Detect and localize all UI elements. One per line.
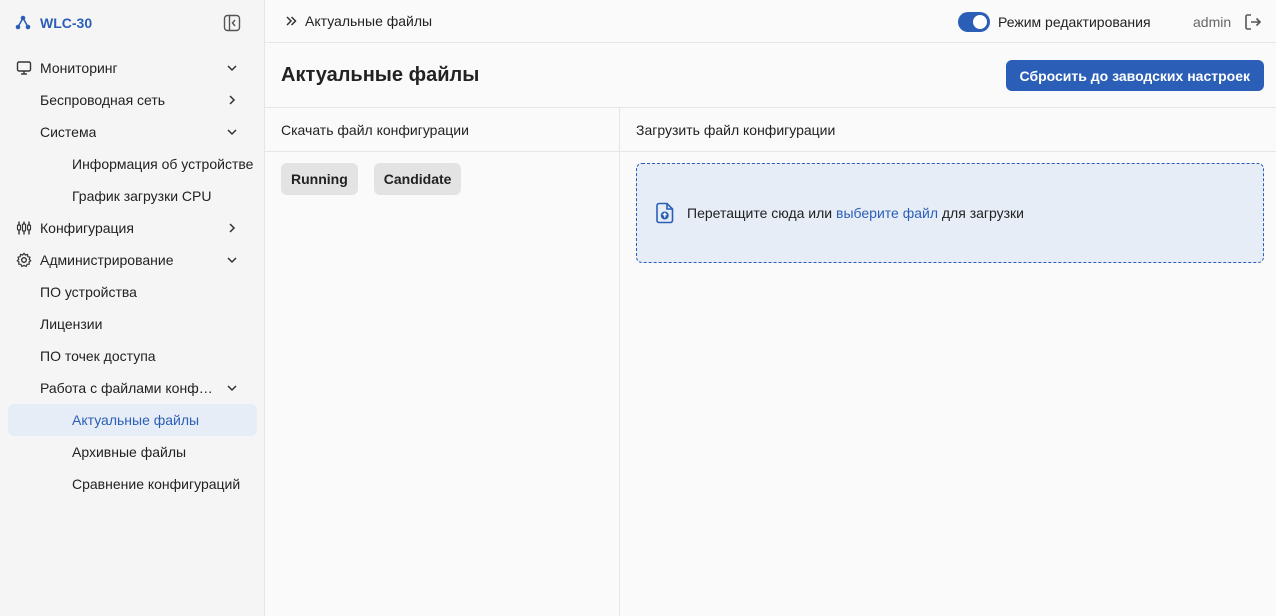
download-panel-title: Скачать файл конфигурации — [265, 108, 619, 152]
breadcrumb-current: Актуальные файлы — [305, 13, 433, 29]
topbar: Актуальные файлы Режим редактирования ad… — [265, 0, 1276, 43]
sidebar-item-label: Мониторинг — [40, 60, 118, 76]
sliders-icon — [16, 221, 32, 235]
file-dropzone[interactable]: Перетащите сюда или выберите файл для за… — [636, 163, 1264, 263]
chevron-down-icon — [227, 65, 237, 72]
sidebar-item-label: График загрузки CPU — [72, 188, 212, 204]
edit-mode-toggle[interactable] — [958, 12, 990, 32]
username: admin — [1193, 14, 1232, 30]
download-candidate-button[interactable]: Candidate — [373, 163, 462, 195]
factory-reset-button[interactable]: Сбросить до заводских настроек — [1005, 60, 1264, 91]
sidebar-item-monitoring[interactable]: Мониторинг — [0, 52, 265, 84]
chevron-down-icon — [227, 257, 237, 264]
collapse-sidebar-button[interactable] — [221, 12, 243, 34]
sidebar-item-label: Беспроводная сеть — [40, 92, 166, 108]
sidebar-collapse-icon — [223, 14, 241, 32]
dropzone-text: Перетащите сюда или выберите файл для за… — [687, 205, 1024, 221]
sidebar-item-label: Информация об устройстве — [72, 156, 254, 172]
sidebar-item-label: Лицензии — [40, 316, 103, 332]
gear-icon — [16, 252, 32, 267]
sidebar-item-cpu-chart[interactable]: График загрузки CPU — [0, 180, 265, 212]
sidebar-item-label: Актуальные файлы — [72, 412, 200, 428]
sidebar-item-label: Работа с файлами конфигурации — [40, 380, 216, 396]
logo-icon — [15, 15, 31, 30]
file-upload-icon — [656, 202, 674, 224]
sidebar-item-system[interactable]: Система — [0, 116, 265, 148]
download-file-list: Running Candidate — [265, 152, 619, 206]
sidebar-item-label: Система — [40, 124, 97, 140]
download-running-button[interactable]: Running — [281, 163, 358, 195]
sidebar-item-label: Администрирование — [40, 252, 174, 268]
page-header: Актуальные файлы Сбросить до заводских н… — [265, 43, 1276, 108]
sidebar: WLC-30 Мониторинг Беспроводная сеть Сист… — [0, 0, 265, 616]
sidebar-item-ap-firmware[interactable]: ПО точек доступа — [0, 340, 265, 372]
chevron-right-icon — [229, 223, 236, 233]
edit-mode-label: Режим редактирования — [998, 14, 1151, 30]
monitor-icon — [16, 61, 32, 75]
breadcrumb: Актуальные файлы — [285, 13, 432, 29]
choose-file-link[interactable]: выберите файл — [836, 205, 938, 221]
chevron-down-icon — [227, 129, 237, 136]
sidebar-item-wireless[interactable]: Беспроводная сеть — [0, 84, 265, 116]
logout-icon[interactable] — [1243, 12, 1263, 32]
sidebar-item-label: ПО устройства — [40, 284, 137, 300]
sidebar-item-configuration[interactable]: Конфигурация — [0, 212, 265, 244]
chevron-down-icon — [227, 385, 237, 392]
sidebar-nav: Мониторинг Беспроводная сеть Система Инф… — [0, 52, 265, 500]
upload-panel: Загрузить файл конфигурации Перетащите с… — [620, 108, 1276, 616]
sidebar-item-archive-files[interactable]: Архивные файлы — [0, 436, 265, 468]
sidebar-item-current-files[interactable]: Актуальные файлы — [8, 404, 257, 436]
sidebar-item-label: ПО точек доступа — [40, 348, 156, 364]
chevron-right-icon — [229, 95, 236, 105]
sidebar-item-firmware[interactable]: ПО устройства — [0, 276, 265, 308]
sidebar-item-config-files[interactable]: Работа с файлами конфигурации — [0, 372, 265, 404]
sidebar-item-licenses[interactable]: Лицензии — [0, 308, 265, 340]
sidebar-item-label: Конфигурация — [40, 220, 134, 236]
sidebar-item-label: Сравнение конфигураций — [72, 476, 241, 492]
sidebar-item-device-info[interactable]: Информация об устройстве — [0, 148, 265, 180]
sidebar-item-compare-configs[interactable]: Сравнение конфигураций — [0, 468, 265, 500]
brand[interactable]: WLC-30 — [14, 10, 92, 36]
download-panel: Скачать файл конфигурации Running Candid… — [265, 108, 620, 616]
sidebar-item-administration[interactable]: Администрирование — [0, 244, 265, 276]
app-name: WLC-30 — [40, 15, 93, 31]
dropzone-text-after: для загрузки — [938, 205, 1025, 221]
sidebar-item-label: Архивные файлы — [72, 444, 187, 460]
dropzone-text-before: Перетащите сюда или — [687, 205, 837, 221]
double-chevron-right-icon[interactable] — [285, 15, 297, 27]
upload-panel-title: Загрузить файл конфигурации — [620, 108, 1276, 152]
page-title: Актуальные файлы — [281, 64, 480, 86]
